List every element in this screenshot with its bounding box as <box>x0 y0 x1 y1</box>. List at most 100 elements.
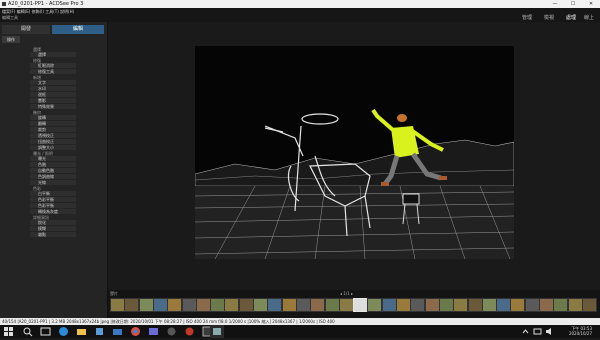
filmstrip-thumbnail[interactable] <box>253 298 268 312</box>
tool-item[interactable]: 調整大小 <box>30 145 76 150</box>
tool-item[interactable]: 曝光 <box>30 156 76 161</box>
filmstrip-thumbnail[interactable] <box>467 298 483 312</box>
photo-canvas[interactable] <box>194 46 515 260</box>
filmstrip-thumbnail[interactable] <box>381 298 397 312</box>
filmstrip-thumbnail[interactable] <box>167 298 183 312</box>
filmstrip-thumbnail[interactable] <box>367 298 383 312</box>
tool-item[interactable]: 扭曲校正 <box>30 139 76 144</box>
filmstrip-pager[interactable]: ◂ 1/1 ▸ <box>340 291 353 296</box>
tool-item[interactable]: 模糊 <box>30 226 76 231</box>
tool-item[interactable]: 邊框 <box>30 92 76 97</box>
edit-tool-list: 選擇 選擇 修復 紅眼消除 修復工具 新增 文字 水印 邊框 暈影 特殊效果 幾何 旋轉 翻轉 裁剪 透視校正… <box>30 46 76 238</box>
file-explorer-icon[interactable] <box>76 326 87 337</box>
tab-operations[interactable]: 操作 <box>2 36 20 43</box>
tool-item[interactable]: 雜點 <box>30 232 76 237</box>
tool-item[interactable]: 色彩平衡 <box>30 197 76 202</box>
filmstrip-thumbnail[interactable] <box>195 298 211 312</box>
clock-date: 2020/10/27 <box>568 331 592 336</box>
mail-icon[interactable] <box>112 326 123 337</box>
filmstrip-thumbnail[interactable] <box>238 298 254 312</box>
mode-view-tab[interactable]: 檢視 <box>538 14 560 22</box>
filmstrip-thumbnail[interactable] <box>295 298 311 312</box>
tool-item[interactable]: 旋轉 <box>30 115 76 120</box>
tool-item[interactable]: 自動色階 <box>30 168 76 173</box>
edge-browser-icon[interactable] <box>58 326 69 337</box>
window-title: A20_0201-PP1 - ACDSee Pro 3 <box>8 1 84 7</box>
edit-panel: 開發 編輯 操作 選擇 選擇 修復 紅眼消除 修復工具 新增 文字 水印 邊框 暈影 特殊效果 幾何旋… <box>0 22 108 336</box>
filmstrip-thumbnail[interactable] <box>338 298 354 312</box>
tool-item[interactable]: 光線 <box>30 180 76 185</box>
filmstrip-thumbnail[interactable] <box>110 298 125 312</box>
filmstrip-thumbnails <box>110 298 598 314</box>
filmstrip-thumbnail[interactable] <box>553 298 569 312</box>
tool-item[interactable]: 水印 <box>30 86 76 91</box>
filmstrip-thumbnail[interactable] <box>224 298 240 312</box>
tool-item[interactable]: 修復工具 <box>30 69 76 74</box>
task-view-icon[interactable] <box>40 326 51 337</box>
acdsee-taskbar-icon[interactable] <box>210 325 224 338</box>
filmstrip-thumbnail[interactable] <box>438 298 454 312</box>
tool-item[interactable]: 翻轉 <box>30 121 76 126</box>
mode-online-tab[interactable]: 線上 <box>578 14 600 22</box>
mode-manage-tab[interactable]: 管理 <box>516 14 538 22</box>
filmstrip-thumbnail[interactable] <box>281 298 297 312</box>
filmstrip-thumbnail[interactable] <box>410 298 426 312</box>
tool-item[interactable]: 選擇 <box>30 52 76 57</box>
tool-item[interactable]: 色彩平衡 <box>30 203 76 208</box>
tool-item[interactable]: 色調曲線 <box>30 174 76 179</box>
filmstrip: 膠片 ◂ 1/1 ▸ <box>108 290 600 318</box>
tool-item[interactable]: 轉換為灰度 <box>30 209 76 214</box>
chrome-icon[interactable] <box>130 326 141 337</box>
maximize-button[interactable]: ☐ <box>564 0 582 8</box>
sketch-effect-photo <box>194 46 515 260</box>
filmstrip-thumbnail[interactable] <box>567 298 583 312</box>
system-clock[interactable]: 下午 03:53 2020/10/27 <box>569 326 592 336</box>
filmstrip-thumbnail[interactable] <box>353 298 369 312</box>
menu-bar: 檔案(F) 編輯(E) 修飾(I) 工具(T) 說明(H) 編輯工具 管理 檢視… <box>0 8 600 23</box>
status-bar: 40/154 |A20_0201-PP1 | 3.2 MB 2048x1367x… <box>0 318 600 325</box>
app-icon-a[interactable] <box>166 326 177 337</box>
tool-item[interactable]: 文字 <box>30 80 76 85</box>
filmstrip-thumbnail[interactable] <box>496 298 512 312</box>
tool-item[interactable]: 裁剪 <box>30 127 76 132</box>
tool-item[interactable]: 特殊效果 <box>30 104 76 109</box>
filmstrip-thumbnail[interactable] <box>510 298 526 312</box>
filmstrip-thumbnail[interactable] <box>210 298 226 312</box>
windows-taskbar: 下午 03:53 2020/10/27 <box>0 325 600 338</box>
store-icon[interactable] <box>94 326 105 337</box>
edit-tool-label: 編輯工具 <box>2 15 18 20</box>
minimize-button[interactable]: — <box>546 0 564 8</box>
tool-item[interactable]: 透視校正 <box>30 133 76 138</box>
filmstrip-thumbnail[interactable] <box>152 298 168 312</box>
filmstrip-thumbnail[interactable] <box>581 298 597 312</box>
filmstrip-thumbnail[interactable] <box>396 298 411 312</box>
filmstrip-thumbnail[interactable] <box>267 298 283 312</box>
tool-item[interactable]: 色階 <box>30 162 76 167</box>
tool-item[interactable]: 暈影 <box>30 98 76 103</box>
volume-icon[interactable] <box>544 326 555 337</box>
filmstrip-thumbnail[interactable] <box>539 298 554 312</box>
close-button[interactable]: ✕ <box>582 0 600 8</box>
filmstrip-thumbnail[interactable] <box>138 298 154 312</box>
filmstrip-thumbnail[interactable] <box>181 298 197 312</box>
tab-edit[interactable]: 編輯 <box>52 25 104 34</box>
filmstrip-thumbnail[interactable] <box>524 298 540 312</box>
app-icon-b[interactable] <box>184 326 195 337</box>
filmstrip-thumbnail[interactable] <box>481 298 497 312</box>
tool-item[interactable]: 銳化 <box>30 220 76 225</box>
network-icon[interactable] <box>532 326 543 337</box>
filmstrip-label: 膠片 <box>110 291 118 296</box>
tray-chevron-icon[interactable] <box>520 326 531 337</box>
filmstrip-thumbnail[interactable] <box>453 298 469 312</box>
filmstrip-thumbnail[interactable] <box>310 298 326 312</box>
search-icon[interactable] <box>22 326 33 337</box>
tool-item[interactable]: 白平衡 <box>30 191 76 196</box>
filmstrip-thumbnail[interactable] <box>124 298 140 312</box>
filmstrip-thumbnail[interactable] <box>324 298 340 312</box>
app-icon <box>2 2 6 6</box>
filmstrip-thumbnail[interactable] <box>424 298 440 312</box>
tool-item[interactable]: 紅眼消除 <box>30 63 76 68</box>
windows-start-icon[interactable] <box>3 326 14 337</box>
tab-develop[interactable]: 開發 <box>2 25 50 34</box>
photos-app-icon[interactable] <box>148 326 159 337</box>
